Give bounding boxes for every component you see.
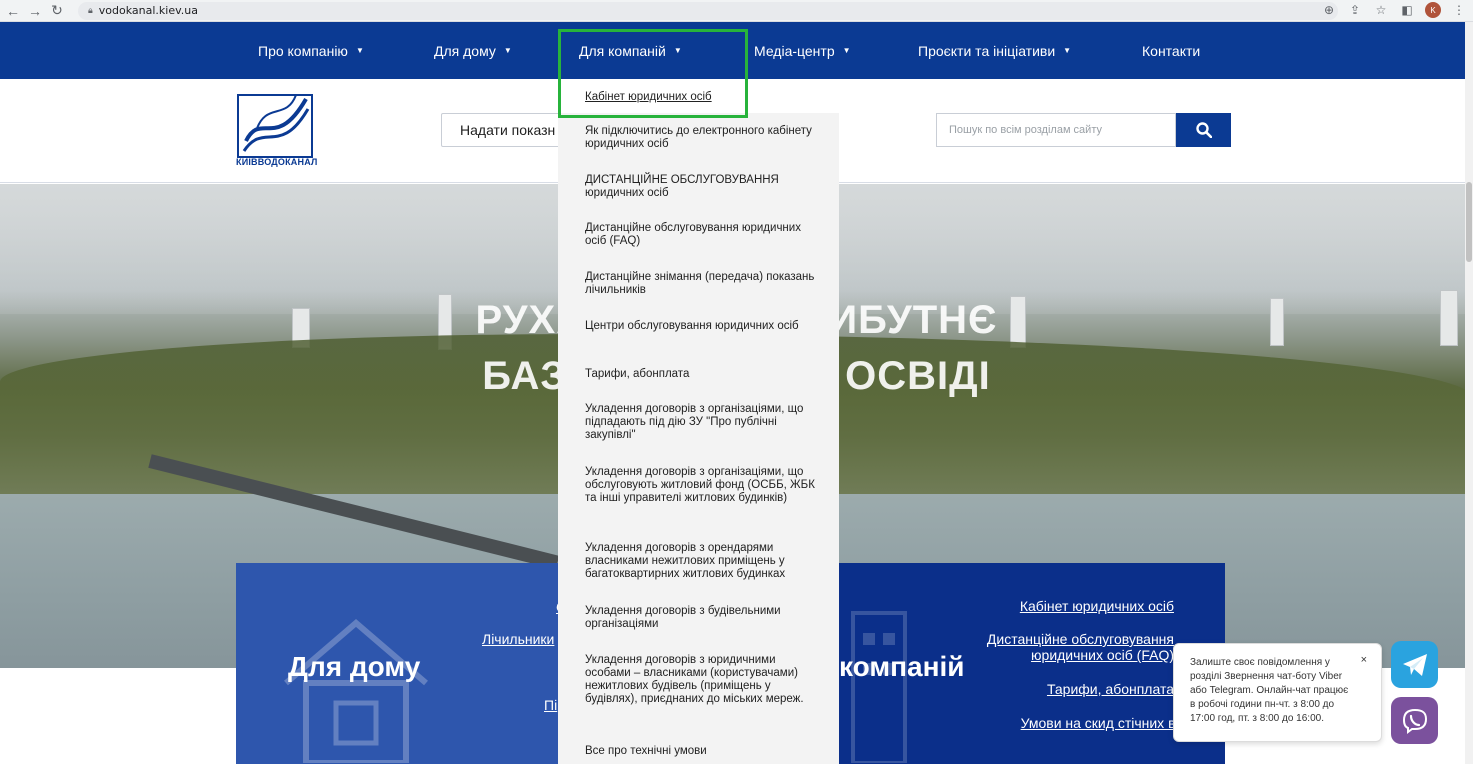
search-button[interactable]: [1176, 113, 1231, 147]
viber-icon: [1402, 708, 1427, 734]
page-scrollbar[interactable]: [1465, 22, 1473, 764]
nav-label: Проєкти та ініціативи: [918, 42, 1056, 59]
panel-home-link[interactable]: Лічильники: [482, 631, 554, 647]
dropdown-item[interactable]: Укладення договорів з орендарями власник…: [585, 542, 820, 581]
panel-companies-link[interactable]: Дистанційне обслуговування юридичних осі…: [974, 631, 1174, 663]
panel-companies-link[interactable]: Тарифи, абонплата: [1047, 681, 1174, 697]
scrollbar-thumb[interactable]: [1466, 182, 1472, 262]
telegram-button[interactable]: [1391, 641, 1438, 688]
nav-label: Для компаній: [579, 42, 666, 59]
forward-arrow-icon[interactable]: →: [26, 2, 44, 20]
zoom-icon[interactable]: ⊕: [1321, 2, 1337, 18]
caret-down-icon: ▼: [503, 46, 512, 55]
dropdown-item[interactable]: Центри обслуговування юридичних осіб: [585, 320, 820, 333]
panel-for-companies: компаній Кабінет юридичних осіб Дистанці…: [839, 563, 1225, 764]
nav-item-contacts[interactable]: Контакти: [1142, 22, 1200, 79]
sidepanel-icon[interactable]: ◧: [1399, 2, 1415, 18]
dropdown-item[interactable]: Все про технічні умови: [585, 745, 820, 758]
dropdown-item[interactable]: Укладення договорів з організаціями, що …: [585, 466, 820, 505]
nav-item-media[interactable]: Медіа-центр ▼: [754, 22, 851, 79]
reload-icon[interactable]: ↻: [48, 2, 66, 20]
dropdown-item[interactable]: Дистанційне знімання (передача) показань…: [585, 271, 820, 297]
chat-popup: Залиште своє повідомлення у розділі Звер…: [1173, 643, 1382, 742]
share-icon[interactable]: ⇪: [1347, 2, 1363, 18]
building-icon: [851, 611, 907, 763]
panel-companies-link[interactable]: Кабінет юридичних осіб: [1020, 598, 1174, 614]
dropdown-item[interactable]: Дистанційне обслуговування юридичних осі…: [585, 222, 820, 248]
dropdown-item[interactable]: Укладення договорів з будівельними орган…: [585, 605, 820, 631]
logo-text: КИЇВВОДОКАНАЛ: [236, 157, 318, 167]
companies-dropdown-menu: Кабінет юридичних осіб Як підключитись д…: [558, 79, 839, 764]
main-navigation: Про компанію ▼ Для дому ▼ Для компаній ▼…: [0, 22, 1473, 118]
caret-down-icon: ▼: [842, 46, 851, 55]
panel-for-home: Для дому С Лічильники Пі: [236, 563, 566, 764]
browser-toolbar: ← → ↻ 🔒︎ vodokanal.kiev.ua ⊕ ⇪ ☆ ◧ K ⋮: [0, 0, 1473, 22]
address-bar[interactable]: 🔒︎ vodokanal.kiev.ua: [78, 1, 1338, 20]
nav-item-about[interactable]: Про компанію ▼: [258, 22, 364, 79]
panel-companies-link[interactable]: Умови на скид стічних вод: [1021, 715, 1191, 731]
nav-label: Про компанію: [258, 42, 348, 59]
caret-down-icon: ▼: [1063, 46, 1072, 55]
nav-item-projects[interactable]: Проєкти та ініціативи ▼: [918, 22, 1071, 79]
chat-message: Залиште своє повідомлення у розділі Звер…: [1190, 657, 1349, 724]
search-icon: [1195, 122, 1212, 138]
search-input[interactable]: Пошук по всім розділам сайту: [936, 113, 1176, 147]
close-icon[interactable]: ×: [1361, 654, 1367, 666]
nav-label: Контакти: [1142, 42, 1201, 59]
menu-kebab-icon[interactable]: ⋮: [1451, 2, 1467, 18]
nav-item-home[interactable]: Для дому ▼: [434, 22, 512, 79]
telegram-icon: [1402, 653, 1427, 676]
nav-item-companies[interactable]: Для компаній ▼: [579, 22, 682, 79]
caret-down-icon: ▼: [673, 46, 682, 55]
viber-button[interactable]: [1391, 697, 1438, 744]
caret-down-icon: ▼: [355, 46, 364, 55]
dropdown-item[interactable]: Укладення договорів з юридичними особами…: [585, 654, 820, 706]
submit-meter-readings-button[interactable]: Надати показн: [441, 113, 571, 147]
panel-companies-title: компаній: [839, 651, 965, 682]
house-icon: [284, 619, 428, 763]
dropdown-item[interactable]: Як підключитись до електронного кабінету…: [585, 125, 820, 151]
lock-icon: 🔒︎: [88, 5, 93, 16]
nav-label: Медіа-центр: [754, 42, 835, 59]
dropdown-item[interactable]: ДИСТАНЦІЙНЕ ОБСЛУГОВУВАННЯ юридичних осі…: [585, 174, 820, 200]
back-arrow-icon[interactable]: ←: [4, 2, 22, 20]
panel-home-title: Для дому: [288, 651, 421, 682]
profile-avatar[interactable]: K: [1425, 2, 1441, 18]
url-text: vodokanal.kiev.ua: [98, 4, 198, 17]
star-icon[interactable]: ☆: [1373, 2, 1389, 18]
nav-label: Для дому: [434, 42, 496, 59]
panel-home-link[interactable]: Пі: [544, 697, 557, 713]
dropdown-item[interactable]: Тарифи, абонплата: [585, 368, 820, 381]
dropdown-item[interactable]: Укладення договорів з організаціями, що …: [585, 403, 820, 442]
dropdown-item-legal-cabinet[interactable]: Кабінет юридичних осіб: [585, 91, 820, 104]
